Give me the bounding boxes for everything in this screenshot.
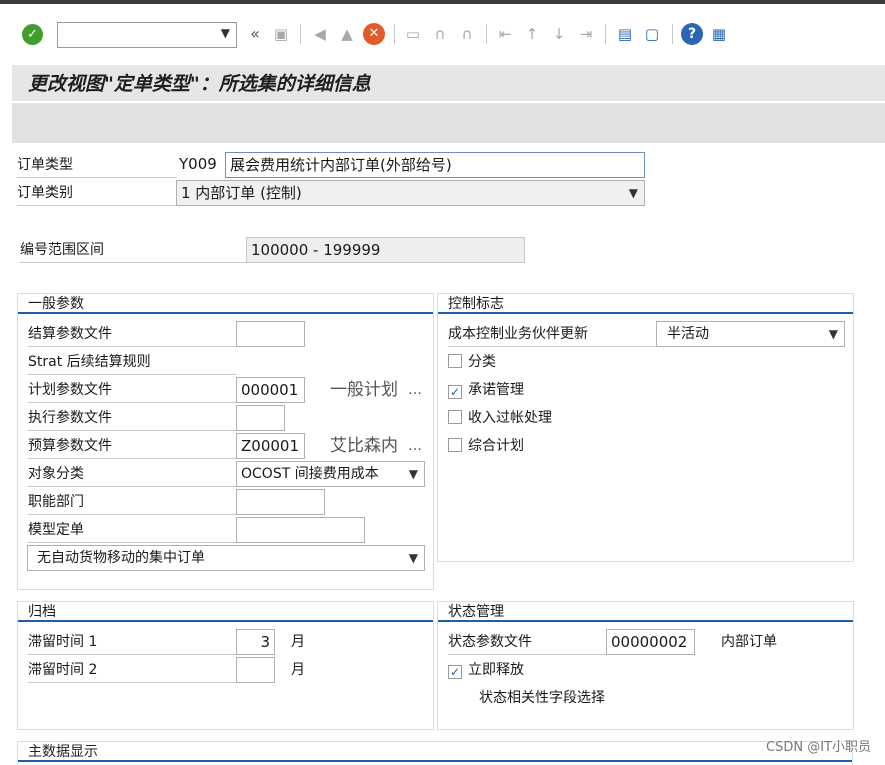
commitment-management-label: 承诺管理 [468, 382, 524, 398]
archiving-heading: 归档 [18, 602, 433, 622]
chevron-down-icon[interactable]: ▼ [409, 462, 418, 486]
shortcut-icon[interactable]: ▢ [641, 22, 663, 46]
settlement-profile-field[interactable] [236, 321, 305, 347]
residence-time-1-label: 滞留时间 1 [28, 629, 236, 655]
planning-profile-label: 计划参数文件 [28, 377, 236, 403]
budget-profile-field[interactable]: Z00001 [236, 433, 305, 459]
chevron-down-icon[interactable]: ▼ [409, 546, 418, 570]
object-class-label: 对象分类 [28, 461, 236, 487]
find-icon[interactable]: ∩ [429, 22, 451, 46]
truncation-marker: … [408, 438, 422, 454]
functional-area-label: 职能部门 [28, 489, 236, 515]
object-class-value: OCOST 间接费用成本 [241, 466, 379, 482]
status-profile-field[interactable]: 00000002 [606, 629, 695, 655]
chevron-down-icon[interactable]: ▼ [629, 181, 638, 205]
budget-profile-label: 预算参数文件 [28, 433, 236, 459]
strat-label: Strat 后续结算规则 [28, 349, 236, 375]
model-order-label: 模型定单 [28, 517, 236, 543]
checkbox-box[interactable] [448, 438, 462, 452]
truncation-marker: … [408, 382, 422, 398]
prev-page-icon[interactable]: ↑ [521, 22, 543, 46]
last-page-icon[interactable]: ⇥ [575, 22, 597, 46]
toolbar-separator [605, 24, 606, 44]
command-field[interactable]: ▼ [57, 22, 237, 48]
release-immediately-checkbox[interactable]: ✓ 立即释放 [448, 658, 524, 682]
residence-time-2-unit: 月 [291, 662, 305, 678]
back-icon[interactable]: ◀ [309, 22, 331, 46]
cancel-icon[interactable]: ✕ [363, 23, 385, 45]
release-immediately-label: 立即释放 [468, 662, 524, 678]
classification-label: 分类 [468, 354, 496, 370]
master-data-display-heading: 主数据显示 [18, 742, 852, 762]
order-type-code: Y009 [179, 155, 217, 173]
order-category-value: 1 内部订单 (控制) [181, 184, 302, 202]
field-selection-button[interactable]: 状态相关性字段选择 [479, 685, 605, 711]
toolbar-separator [486, 24, 487, 44]
next-page-icon[interactable]: ↓ [548, 22, 570, 46]
integrated-planning-label: 综合计划 [468, 438, 524, 454]
ok-icon[interactable]: ✓ [22, 24, 43, 45]
customize-layout-icon[interactable]: ▦ [708, 22, 730, 46]
watermark: CSDN @IT小职员 [766, 740, 871, 755]
collective-order-select[interactable]: 无自动货物移动的集中订单 ▼ [27, 545, 425, 571]
object-class-select[interactable]: OCOST 间接费用成本 ▼ [236, 461, 425, 487]
save-icon[interactable]: ▣ [270, 22, 292, 46]
page-title: 更改视图"定单类型"：所选集的详细信息 [28, 73, 371, 95]
planning-profile-description: 一般计划 [330, 380, 398, 400]
title-bar: 更改视图"定单类型"：所选集的详细信息 [12, 65, 885, 101]
application-toolbar [12, 103, 885, 143]
checkmark-icon[interactable]: ✓ [448, 385, 462, 399]
general-parameters-heading: 一般参数 [18, 294, 433, 314]
status-management-heading: 状态管理 [438, 602, 853, 622]
control-indicators-heading: 控制标志 [438, 294, 853, 314]
chevron-down-icon[interactable]: ▼ [221, 26, 230, 40]
residence-time-1-unit: 月 [291, 634, 305, 650]
checkmark-icon[interactable]: ✓ [448, 665, 462, 679]
status-profile-label: 状态参数文件 [448, 629, 606, 655]
toolbar-separator [300, 24, 301, 44]
chevron-down-icon[interactable]: ▼ [829, 322, 838, 346]
partner-update-value: 半活动 [667, 326, 709, 342]
order-category-select[interactable]: 1 内部订单 (控制) ▼ [176, 180, 645, 206]
commitment-management-checkbox[interactable]: ✓ 承诺管理 [448, 378, 524, 402]
partner-update-label: 成本控制业务伙伴更新 [448, 321, 656, 347]
order-category-label: 订单类别 [17, 180, 177, 206]
find-next-icon[interactable]: ∩ [456, 22, 478, 46]
partner-update-select[interactable]: 半活动 ▼ [656, 321, 845, 347]
residence-time-1-field[interactable]: 3 [236, 629, 275, 655]
revenue-posting-checkbox[interactable]: 收入过帐处理 [448, 406, 552, 430]
first-page-icon[interactable]: ⇤ [494, 22, 516, 46]
master-data-display-group: 主数据显示 [17, 741, 853, 765]
revenue-posting-label: 收入过帐处理 [468, 410, 552, 426]
status-profile-description: 内部订单 [721, 634, 777, 650]
double-chevron-left-icon[interactable]: « [244, 22, 266, 46]
standard-toolbar: ✓ ▼ « ▣ ◀ ▲ ✕ ▭ ∩ ∩ ⇤ ↑ ↓ ⇥ ▤ ▢ ? ▦ [0, 4, 885, 62]
order-type-label: 订单类型 [17, 152, 177, 178]
toolbar-separator [672, 24, 673, 44]
collective-order-value: 无自动货物移动的集中订单 [37, 550, 205, 566]
settlement-profile-label: 结算参数文件 [28, 321, 236, 347]
model-order-field[interactable] [236, 517, 365, 543]
execution-profile-label: 执行参数文件 [28, 405, 236, 431]
print-icon[interactable]: ▭ [402, 22, 424, 46]
residence-time-2-label: 滞留时间 2 [28, 657, 236, 683]
planning-profile-field[interactable]: 000001 [236, 377, 305, 403]
execution-profile-field[interactable] [236, 405, 285, 431]
help-icon[interactable]: ? [681, 23, 703, 45]
order-type-name-field[interactable]: 展会费用统计内部订单(外部给号) [225, 152, 645, 178]
create-session-icon[interactable]: ▤ [614, 22, 636, 46]
number-range-label: 编号范围区间 [20, 237, 246, 263]
toolbar-separator [394, 24, 395, 44]
functional-area-field[interactable] [236, 489, 325, 515]
residence-time-2-field[interactable] [236, 657, 275, 683]
integrated-planning-checkbox[interactable]: 综合计划 [448, 434, 524, 458]
budget-profile-description: 艾比森内 [330, 436, 398, 456]
classification-checkbox[interactable]: 分类 [448, 350, 496, 374]
number-range-value: 100000 - 199999 [246, 237, 525, 263]
checkbox-box[interactable] [448, 354, 462, 368]
exit-icon[interactable]: ▲ [336, 22, 358, 46]
checkbox-box[interactable] [448, 410, 462, 424]
